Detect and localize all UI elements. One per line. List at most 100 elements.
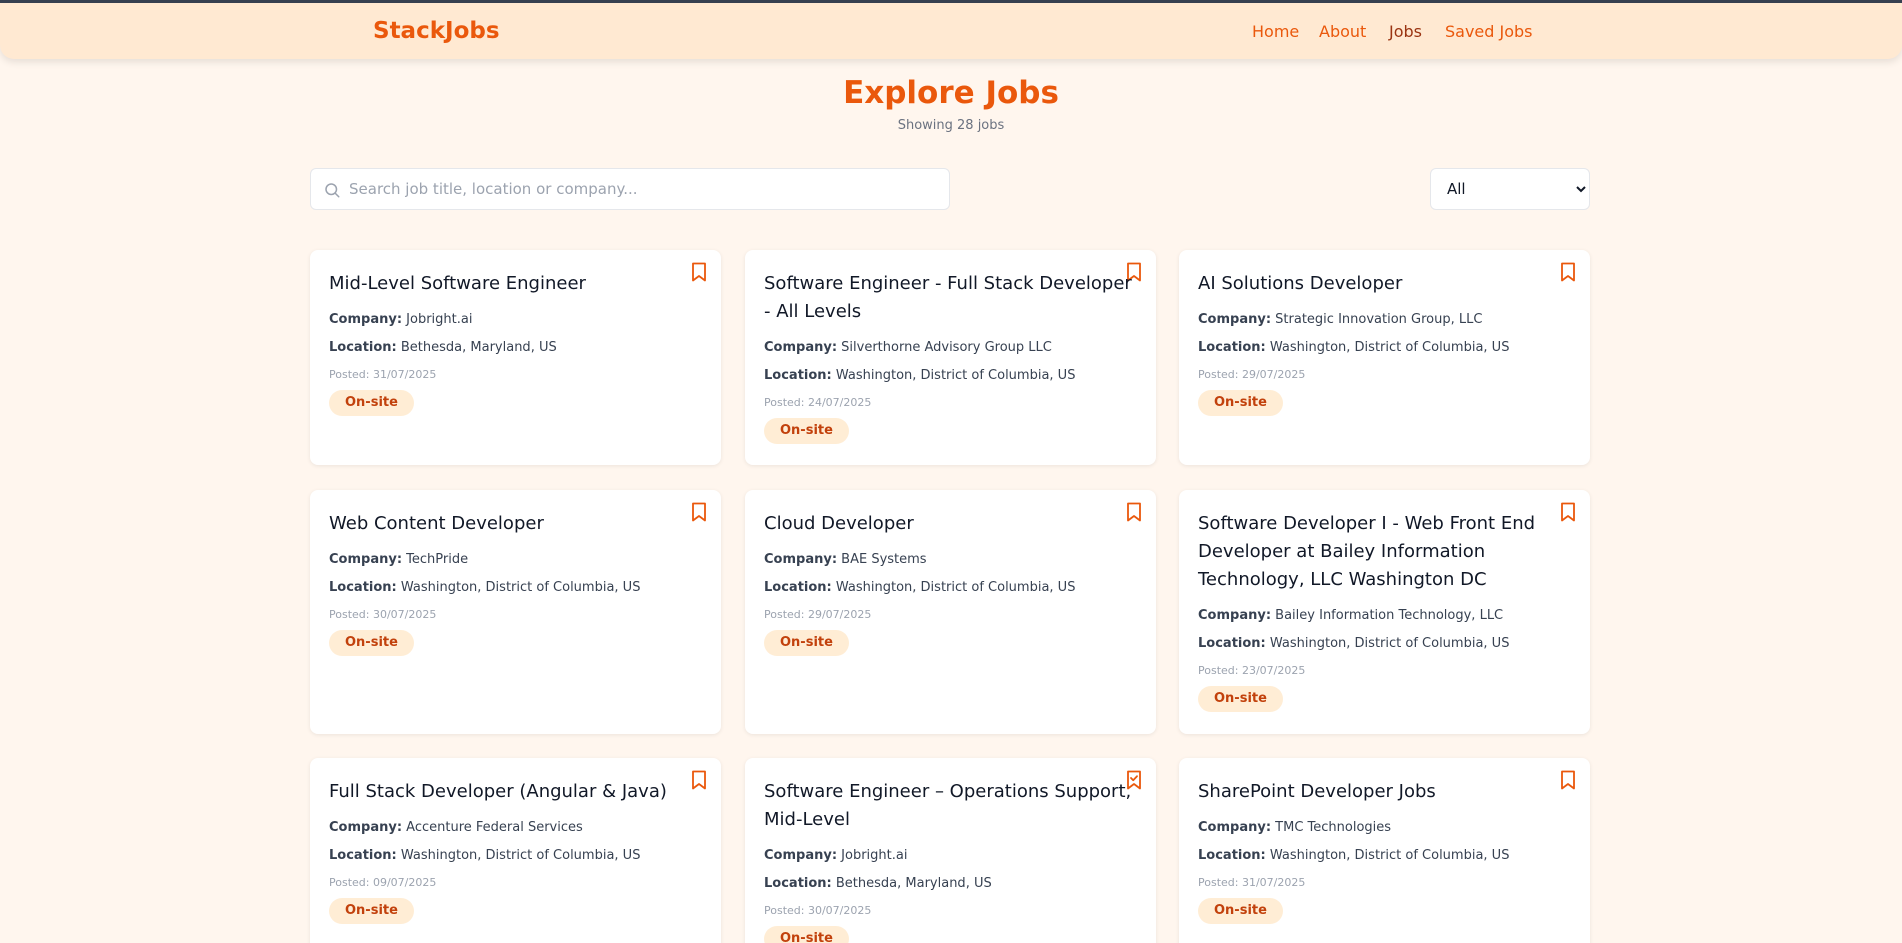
company-row: Company: TMC Technologies	[1198, 820, 1391, 835]
posted-date: Posted: 31/07/2025	[1198, 876, 1306, 889]
company-label: Company:	[1198, 608, 1272, 623]
location-row: Location: Bethesda, Maryland, US	[764, 876, 992, 891]
job-title[interactable]: SharePoint Developer Jobs	[1198, 778, 1568, 806]
location-value: Washington, District of Columbia, US	[1269, 848, 1510, 863]
company-value: BAE Systems	[841, 552, 927, 567]
company-label: Company:	[764, 848, 838, 863]
company-row: Company: Bailey Information Technology, …	[1198, 608, 1503, 623]
work-type-badge: On-site	[764, 418, 849, 444]
company-value: Strategic Innovation Group, LLC	[1275, 312, 1483, 327]
company-row: Company: Jobright.ai	[329, 312, 472, 327]
posted-date: Posted: 09/07/2025	[329, 876, 437, 889]
company-row: Company: Silverthorne Advisory Group LLC	[764, 340, 1052, 355]
location-value: Washington, District of Columbia, US	[1269, 636, 1510, 651]
location-value: Washington, District of Columbia, US	[400, 580, 641, 595]
location-label: Location:	[329, 848, 397, 863]
company-value: TMC Technologies	[1275, 820, 1392, 835]
job-card[interactable]: Full Stack Developer (Angular & Java) Co…	[310, 758, 721, 943]
job-title[interactable]: Software Developer I - Web Front End Dev…	[1198, 510, 1568, 594]
job-title[interactable]: AI Solutions Developer	[1198, 270, 1568, 298]
location-label: Location:	[764, 580, 832, 595]
location-label: Location:	[1198, 636, 1266, 651]
company-label: Company:	[329, 552, 403, 567]
work-type-badge: On-site	[1198, 686, 1283, 712]
posted-date: Posted: 24/07/2025	[764, 396, 872, 409]
work-type-badge: On-site	[1198, 898, 1283, 924]
nav-link-saved-jobs[interactable]: Saved Jobs	[1445, 22, 1533, 41]
company-value: Jobright.ai	[406, 312, 473, 327]
location-label: Location:	[1198, 848, 1266, 863]
search-icon	[325, 183, 340, 198]
posted-date: Posted: 23/07/2025	[1198, 664, 1306, 677]
company-value: Accenture Federal Services	[406, 820, 583, 835]
location-row: Location: Washington, District of Columb…	[1198, 848, 1509, 863]
posted-date: Posted: 30/07/2025	[329, 608, 437, 621]
posted-date: Posted: 30/07/2025	[764, 904, 872, 917]
job-title[interactable]: Web Content Developer	[329, 510, 699, 538]
work-type-badge: On-site	[329, 898, 414, 924]
job-card[interactable]: Mid-Level Software Engineer Company: Job…	[310, 250, 721, 465]
location-value: Washington, District of Columbia, US	[835, 580, 1076, 595]
navbar: StackJobs Home About Jobs Saved Jobs	[0, 3, 1902, 59]
brand-logo[interactable]: StackJobs	[373, 18, 500, 44]
company-value: TechPride	[406, 552, 469, 567]
location-row: Location: Washington, District of Columb…	[1198, 340, 1509, 355]
company-value: Jobright.ai	[841, 848, 908, 863]
job-title[interactable]: Cloud Developer	[764, 510, 1134, 538]
work-type-badge: On-site	[764, 630, 849, 656]
location-row: Location: Washington, District of Columb…	[764, 580, 1075, 595]
job-title[interactable]: Software Engineer - Full Stack Developer…	[764, 270, 1134, 326]
location-row: Location: Bethesda, Maryland, US	[329, 340, 557, 355]
company-row: Company: Strategic Innovation Group, LLC	[1198, 312, 1482, 327]
location-value: Washington, District of Columbia, US	[835, 368, 1076, 383]
company-row: Company: Accenture Federal Services	[329, 820, 583, 835]
company-label: Company:	[1198, 312, 1272, 327]
search-box	[310, 168, 950, 210]
location-label: Location:	[764, 368, 832, 383]
posted-date: Posted: 29/07/2025	[764, 608, 872, 621]
job-count: Showing 28 jobs	[897, 118, 1005, 133]
company-value: Bailey Information Technology, LLC	[1275, 608, 1504, 623]
work-type-badge: On-site	[329, 630, 414, 656]
job-card[interactable]: Software Engineer - Full Stack Developer…	[745, 250, 1156, 465]
location-value: Bethesda, Maryland, US	[400, 340, 557, 355]
work-type-badge: On-site	[764, 926, 849, 943]
nav-link-home[interactable]: Home	[1252, 22, 1299, 41]
location-row: Location: Washington, District of Columb…	[329, 848, 640, 863]
nav-link-jobs[interactable]: Jobs	[1389, 22, 1422, 41]
location-value: Washington, District of Columbia, US	[400, 848, 641, 863]
search-input[interactable]	[349, 169, 939, 209]
location-row: Location: Washington, District of Columb…	[764, 368, 1075, 383]
job-title[interactable]: Software Engineer – Operations Support, …	[764, 778, 1134, 834]
job-card[interactable]: Software Developer I - Web Front End Dev…	[1179, 490, 1590, 734]
posted-date: Posted: 29/07/2025	[1198, 368, 1306, 381]
work-type-filter[interactable]: All	[1430, 168, 1590, 210]
posted-date: Posted: 31/07/2025	[329, 368, 437, 381]
location-label: Location:	[329, 580, 397, 595]
company-row: Company: Jobright.ai	[764, 848, 907, 863]
company-row: Company: TechPride	[329, 552, 468, 567]
job-title[interactable]: Full Stack Developer (Angular & Java)	[329, 778, 699, 806]
location-label: Location:	[329, 340, 397, 355]
job-card[interactable]: Cloud Developer Company: BAE Systems Loc…	[745, 490, 1156, 734]
company-label: Company:	[764, 340, 838, 355]
job-card[interactable]: AI Solutions Developer Company: Strategi…	[1179, 250, 1590, 465]
company-label: Company:	[329, 312, 403, 327]
job-title[interactable]: Mid-Level Software Engineer	[329, 270, 699, 298]
location-label: Location:	[764, 876, 832, 891]
work-type-badge: On-site	[1198, 390, 1283, 416]
job-card[interactable]: SharePoint Developer Jobs Company: TMC T…	[1179, 758, 1590, 943]
company-row: Company: BAE Systems	[764, 552, 927, 567]
location-row: Location: Washington, District of Columb…	[1198, 636, 1509, 651]
company-label: Company:	[764, 552, 838, 567]
company-label: Company:	[1198, 820, 1272, 835]
location-value: Bethesda, Maryland, US	[835, 876, 992, 891]
job-card[interactable]: Web Content Developer Company: TechPride…	[310, 490, 721, 734]
job-card[interactable]: Software Engineer – Operations Support, …	[745, 758, 1156, 943]
nav-link-about[interactable]: About	[1319, 22, 1366, 41]
company-value: Silverthorne Advisory Group LLC	[841, 340, 1052, 355]
location-value: Washington, District of Columbia, US	[1269, 340, 1510, 355]
work-type-badge: On-site	[329, 390, 414, 416]
company-label: Company:	[329, 820, 403, 835]
page-title: Explore Jobs	[843, 75, 1059, 111]
